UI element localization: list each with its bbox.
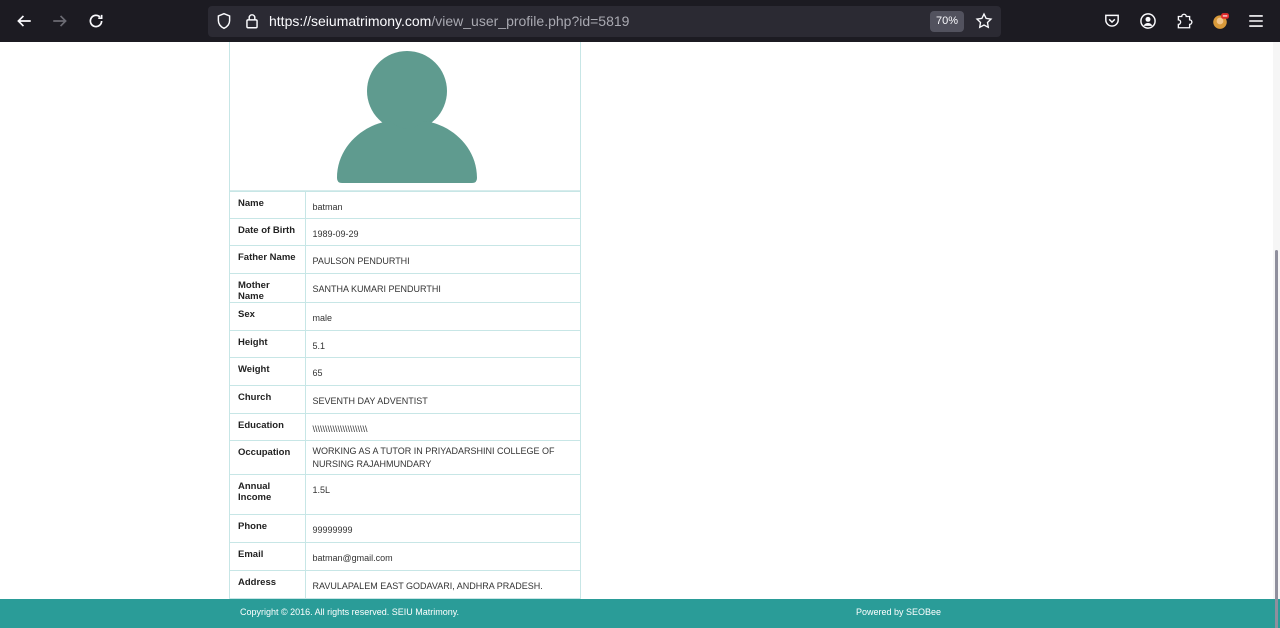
field-value: \\\\\\\\\\\\\\\\\\\\\\ — [305, 413, 580, 441]
field-label: Church — [230, 385, 306, 414]
field-value: batman — [305, 191, 580, 219]
profile-row: Phone 99999999 — [230, 514, 580, 543]
field-label: Name — [230, 191, 306, 219]
reload-button[interactable] — [84, 9, 108, 33]
field-value: 99999999 — [305, 514, 580, 543]
field-label: Phone — [230, 514, 306, 543]
field-label: Sex — [230, 302, 306, 331]
field-label: Address — [230, 570, 306, 598]
powered-by-link[interactable]: Powered by SEOBee — [856, 607, 941, 617]
pocket-icon — [1105, 14, 1119, 27]
field-value: WORKING AS A TUTOR IN PRIYADARSHINI COLL… — [305, 440, 580, 475]
field-label: Email — [230, 542, 306, 571]
extension-avatar-button[interactable] — [1208, 9, 1232, 33]
field-value: PAULSON PENDURTHI — [305, 245, 580, 274]
extension-avatar-icon — [1213, 13, 1229, 29]
profile-row: Email batman@gmail.com — [230, 542, 580, 571]
profile-row: Church SEVENTH DAY ADVENTIST — [230, 385, 580, 414]
field-value: batman@gmail.com — [305, 542, 580, 571]
field-label: Occupation — [230, 440, 306, 475]
zoom-indicator[interactable]: 70% — [930, 11, 965, 32]
profile-row: Date of Birth 1989-09-29 — [230, 218, 580, 246]
menu-button[interactable] — [1244, 9, 1268, 33]
profile-row: Mother Name SANTHA KUMARI PENDURTHI — [230, 273, 580, 303]
scrollbar-thumb[interactable] — [1275, 250, 1278, 628]
field-value: 1.5L — [305, 474, 580, 515]
profile-row: Sex male — [230, 302, 580, 331]
star-icon[interactable] — [975, 12, 993, 30]
profile-row: Annual Income 1.5L — [230, 474, 580, 515]
scrollbar-track[interactable] — [1273, 42, 1280, 628]
field-label: Education — [230, 413, 306, 441]
copyright-text: Copyright © 2016. All rights reserved. S… — [240, 607, 460, 617]
profile-row: Address RAVULAPALEM EAST GODAVARI, ANDHRA… — [230, 570, 580, 598]
profile-row: Father Name PAULSON PENDURTHI — [230, 245, 580, 274]
account-icon — [1140, 13, 1156, 29]
extensions-button[interactable] — [1172, 9, 1196, 33]
address-bar[interactable]: https://seiumatrimony.com/view_user_prof… — [208, 6, 1001, 37]
reload-icon — [89, 14, 103, 28]
forward-button[interactable] — [48, 9, 72, 33]
field-value: SEVENTH DAY ADVENTIST — [305, 385, 580, 414]
profile-row: Education \\\\\\\\\\\\\\\\\\\\\\ — [230, 413, 580, 441]
field-value: 65 — [305, 357, 580, 386]
profile-row: Weight 65 — [230, 357, 580, 386]
profile-card: Name batman Date of Birth 1989-09-29 Father … — [229, 42, 581, 599]
field-label: Annual Income — [230, 474, 306, 515]
url-text[interactable]: https://seiumatrimony.com/view_user_prof… — [269, 13, 629, 29]
field-label: Height — [230, 330, 306, 358]
browser-toolbar: https://seiumatrimony.com/view_user_prof… — [0, 0, 1280, 42]
avatar-placeholder-icon — [337, 51, 477, 183]
profile-row: Name batman — [230, 191, 580, 219]
lock-icon[interactable] — [243, 12, 261, 30]
field-value: 5.1 — [305, 330, 580, 358]
field-label: Father Name — [230, 245, 306, 274]
profile-photo — [230, 42, 580, 191]
account-button[interactable] — [1136, 9, 1160, 33]
field-value: 1989-09-29 — [305, 218, 580, 246]
arrow-left-icon — [17, 15, 31, 27]
puzzle-icon — [1177, 13, 1193, 29]
site-footer: Copyright © 2016. All rights reserved. S… — [0, 599, 1280, 628]
arrow-right-icon — [53, 15, 67, 27]
field-value: SANTHA KUMARI PENDURTHI — [305, 273, 580, 303]
field-label: Mother Name — [230, 273, 306, 303]
field-value: male — [305, 302, 580, 331]
field-value: RAVULAPALEM EAST GODAVARI, ANDHRA PRADES… — [305, 570, 580, 598]
profile-row: Height 5.1 — [230, 330, 580, 358]
profile-row: Occupation WORKING AS A TUTOR IN PRIYADAR… — [230, 440, 580, 475]
field-label: Weight — [230, 357, 306, 386]
pocket-button[interactable] — [1100, 9, 1124, 33]
hamburger-menu-icon — [1249, 15, 1263, 27]
shield-icon[interactable] — [215, 12, 233, 30]
profile-details-table: Name batman Date of Birth 1989-09-29 Father … — [230, 191, 580, 598]
field-label: Date of Birth — [230, 218, 306, 246]
back-button[interactable] — [12, 9, 36, 33]
